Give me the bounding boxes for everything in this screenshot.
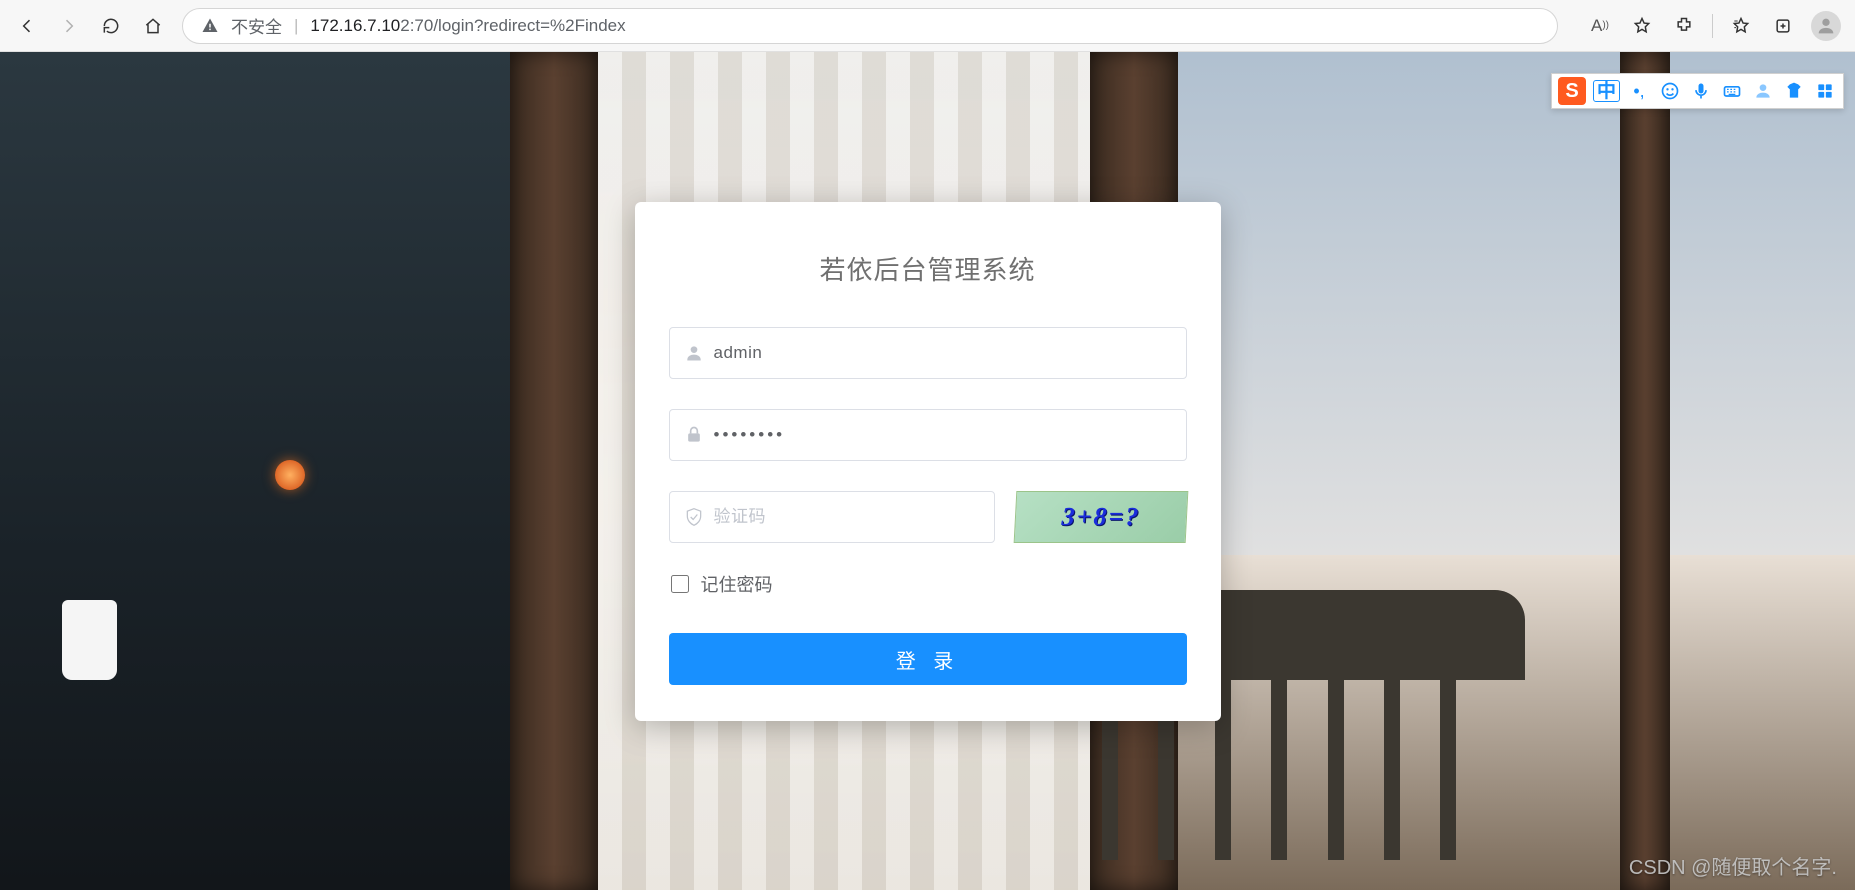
favorites-button[interactable] [1727, 12, 1755, 40]
bg-light-orb [275, 460, 305, 490]
remember-label[interactable]: 记住密码 [701, 571, 773, 597]
toolbar-divider [1712, 14, 1713, 38]
csdn-watermark: CSDN @随便取个名字. [1629, 851, 1837, 880]
ime-account-icon[interactable] [1751, 79, 1775, 103]
ime-emoji-icon[interactable] [1658, 79, 1682, 103]
address-separator: | [294, 16, 298, 36]
browser-toolbar: 不安全 | 172.16.7.102:70/login?redirect=%2F… [0, 0, 1855, 52]
ime-voice-icon[interactable] [1689, 79, 1713, 103]
bg-right-sky [1175, 52, 1855, 555]
password-field-wrap [669, 409, 1187, 461]
address-bar[interactable]: 不安全 | 172.16.7.102:70/login?redirect=%2F… [182, 8, 1558, 44]
remember-checkbox[interactable] [671, 575, 689, 593]
username-input[interactable] [714, 343, 1172, 363]
captcha-field-wrap [669, 491, 995, 543]
captcha-input[interactable] [714, 507, 980, 527]
shield-icon [684, 507, 704, 527]
bg-cup [62, 600, 117, 680]
captcha-image[interactable]: 3+8=? [1013, 491, 1188, 543]
back-button[interactable] [14, 13, 40, 39]
collections-button[interactable] [1769, 12, 1797, 40]
ime-keyboard-icon[interactable] [1720, 79, 1744, 103]
login-title: 若依后台管理系统 [669, 250, 1187, 287]
url-text: 172.16.7.102:70/login?redirect=%2Findex [310, 16, 625, 36]
read-aloud-button[interactable]: A)) [1586, 12, 1614, 40]
ime-toolbar[interactable]: S 中 •, [1551, 73, 1844, 109]
insecure-label: 不安全 [231, 13, 282, 38]
bg-frame-left [510, 52, 598, 890]
password-input[interactable] [714, 425, 1172, 445]
ime-lang-toggle[interactable]: 中 [1593, 80, 1620, 102]
user-icon [684, 343, 704, 363]
login-form: 若依后台管理系统 3+8=? 记住密码 登 录 [635, 202, 1221, 721]
page-background: 若依后台管理系统 3+8=? 记住密码 登 录 CSDN @ [0, 52, 1855, 890]
login-button[interactable]: 登 录 [669, 633, 1187, 685]
ime-skin-icon[interactable] [1782, 79, 1806, 103]
favorite-add-button[interactable] [1628, 12, 1656, 40]
profile-avatar[interactable] [1811, 11, 1841, 41]
home-button[interactable] [140, 13, 166, 39]
forward-button[interactable] [56, 13, 82, 39]
bg-frame-far-right [1620, 52, 1670, 890]
sogou-logo-icon[interactable]: S [1558, 77, 1586, 105]
extensions-button[interactable] [1670, 12, 1698, 40]
browser-right-icons: A)) [1586, 11, 1841, 41]
username-field-wrap [669, 327, 1187, 379]
ime-toolbox-icon[interactable] [1813, 79, 1837, 103]
lock-icon [684, 425, 704, 445]
insecure-icon [201, 17, 219, 35]
bg-left-window [0, 52, 510, 890]
ime-punct-icon[interactable]: •, [1627, 79, 1651, 103]
refresh-button[interactable] [98, 13, 124, 39]
